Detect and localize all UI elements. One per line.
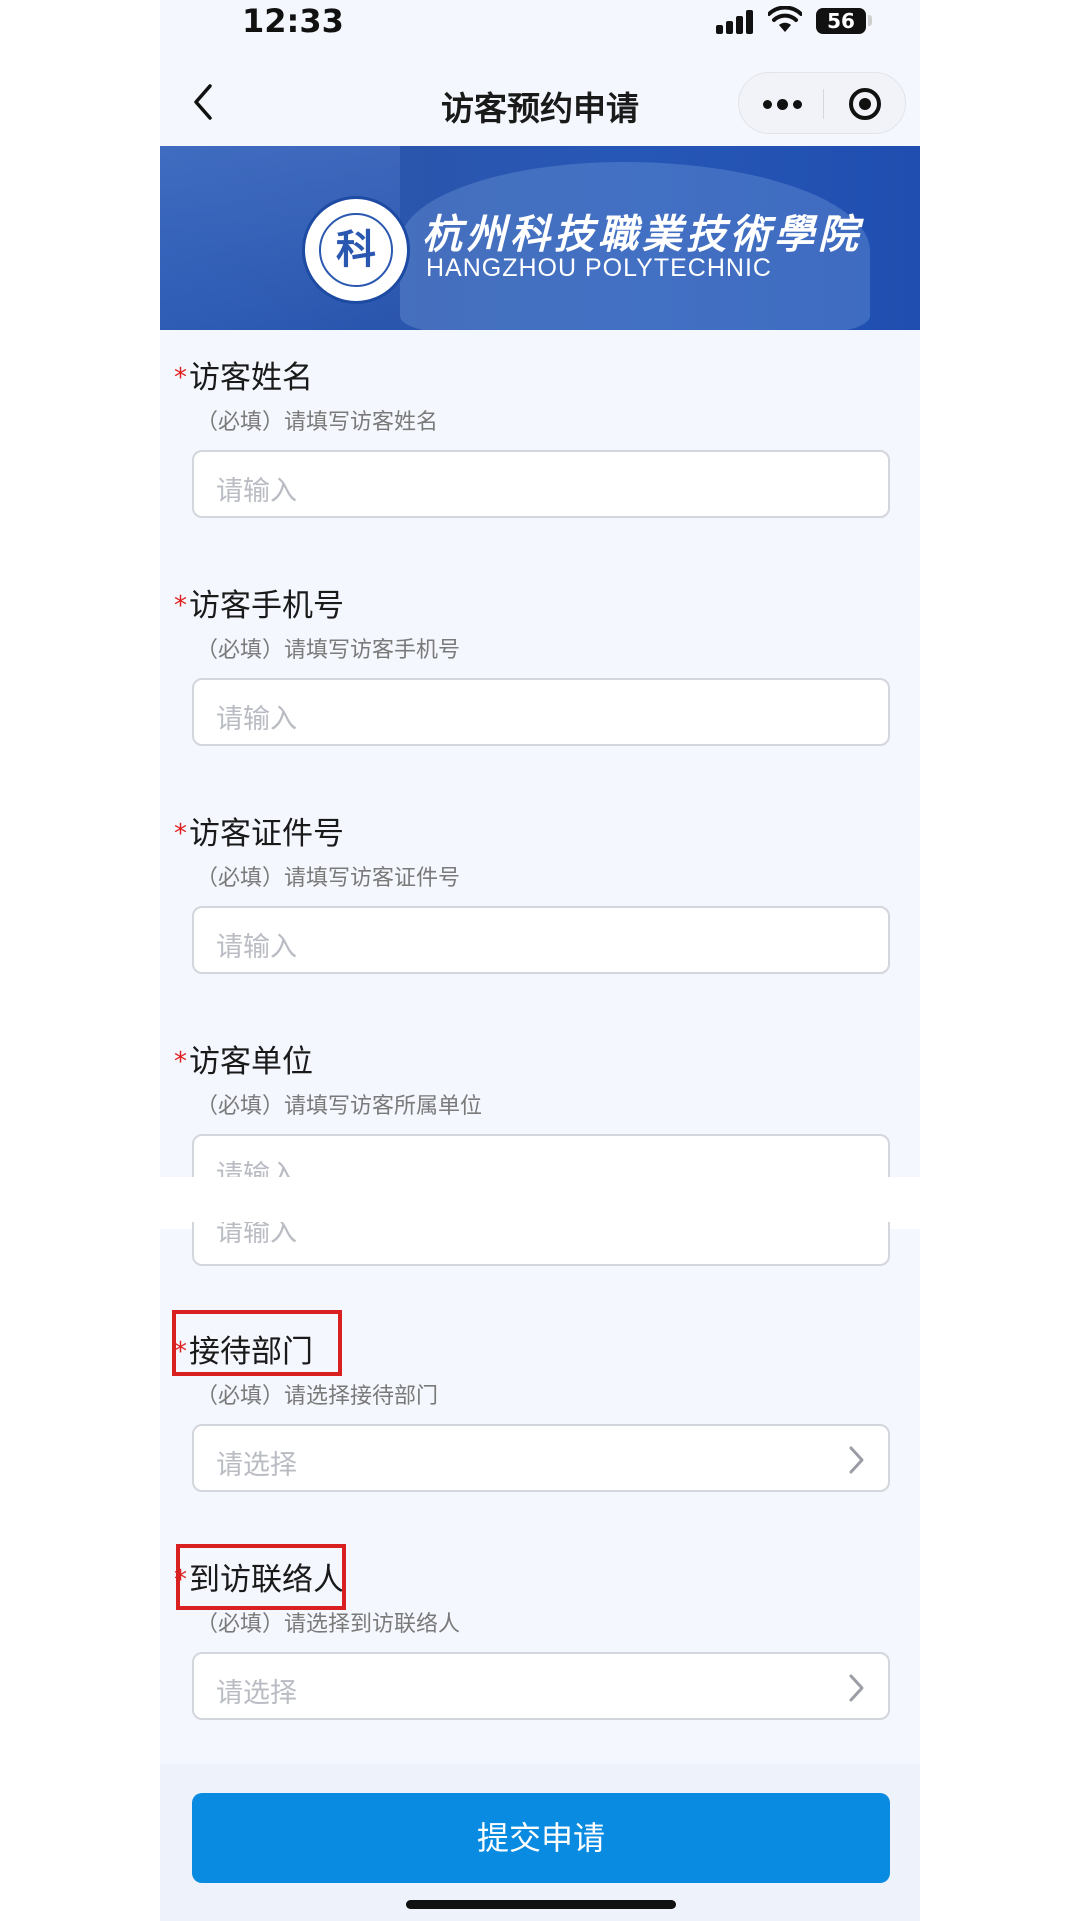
input-placeholder: 请输入	[216, 932, 297, 963]
submit-button[interactable]: 提交申请	[192, 1793, 890, 1883]
school-logo-mark: 科	[319, 213, 393, 287]
more-dot-icon	[793, 100, 802, 109]
visitor-phone-input[interactable]: 请输入	[192, 678, 890, 746]
school-name-en: HANGZHOU POLYTECHNIC	[426, 254, 772, 282]
battery-cap	[868, 15, 872, 26]
school-banner: 科 杭州科技職業技術學院 HANGZHOU POLYTECHNIC	[160, 146, 920, 330]
cellular-signal-icon	[716, 10, 756, 34]
input-placeholder: 请输入	[216, 476, 297, 507]
mini-program-capsule	[738, 72, 906, 134]
reception-department-select[interactable]: 请选择	[192, 1424, 890, 1492]
visitor-id-input[interactable]: 请输入	[192, 906, 890, 974]
field-label: *访客姓名	[174, 360, 313, 396]
wifi-icon	[768, 6, 802, 32]
more-dot-icon	[763, 100, 772, 109]
field-hint: （必填）请填写访客所属单位	[196, 1094, 483, 1119]
close-mini-program-button[interactable]	[823, 73, 907, 135]
status-time: 12:33	[242, 2, 344, 40]
field-label: *访客证件号	[174, 816, 344, 852]
required-mark: *	[174, 819, 187, 849]
status-bar: 12:33 56	[160, 0, 920, 60]
field-label: *访客单位	[174, 1044, 313, 1080]
battery-icon: 56	[816, 8, 866, 34]
field-label: *访客手机号	[174, 588, 344, 624]
chevron-right-icon	[849, 1446, 864, 1474]
nav-bar: 访客预约申请	[160, 60, 920, 146]
visitor-name-input[interactable]: 请输入	[192, 450, 890, 518]
target-dot-icon	[859, 98, 871, 110]
required-mark: *	[174, 591, 187, 621]
annotation-highlight-box	[172, 1310, 342, 1376]
more-menu-button[interactable]	[739, 73, 823, 135]
school-logo: 科	[302, 196, 410, 304]
field-hint: （必填）请选择到访联络人	[196, 1612, 461, 1637]
visitor-company-input-duplicate[interactable]: 请输入	[192, 1222, 890, 1266]
input-placeholder: 请输入	[216, 704, 297, 735]
phone-screen: 12:33 56 访客预约申请 科 杭州科技職業技術學院 HANGZHOU PO…	[160, 0, 920, 1921]
field-hint: （必填）请填写访客证件号	[196, 866, 461, 891]
home-indicator	[406, 1900, 676, 1909]
field-hint: （必填）请填写访客姓名	[196, 410, 439, 435]
more-dot-icon	[777, 99, 788, 110]
annotation-highlight-box	[176, 1544, 346, 1610]
required-mark: *	[174, 1047, 187, 1077]
field-hint: （必填）请选择接待部门	[196, 1384, 439, 1409]
school-name-cn: 杭州科技職業技術學院	[422, 211, 862, 258]
required-mark: *	[174, 363, 187, 393]
field-hint: （必填）请填写访客手机号	[196, 638, 461, 663]
select-placeholder: 请选择	[216, 1450, 297, 1481]
chevron-right-icon	[849, 1674, 864, 1702]
input-placeholder: 请输入	[216, 1222, 297, 1248]
visit-contact-select[interactable]: 请选择	[192, 1652, 890, 1720]
select-placeholder: 请选择	[216, 1678, 297, 1709]
